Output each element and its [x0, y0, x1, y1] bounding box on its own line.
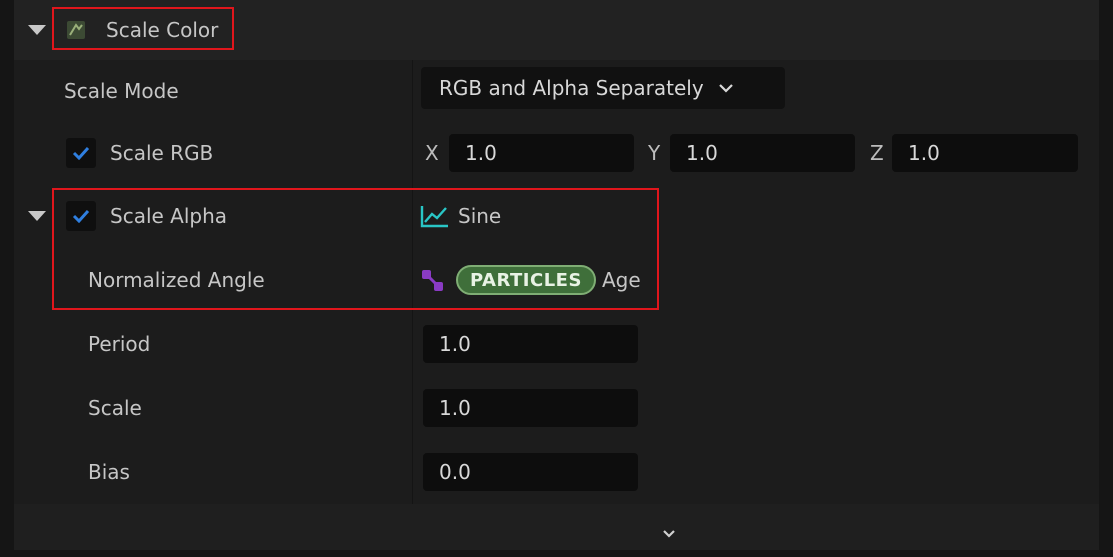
scale-rgb-x-value: 1.0	[465, 141, 497, 165]
row-scale-rgb: Scale RGB X 1.0 Y 1.0 Z 1.0	[14, 122, 1099, 184]
checkmark-icon	[72, 146, 90, 160]
scale-mode-label: Scale Mode	[64, 79, 179, 103]
scale-label: Scale	[88, 396, 142, 420]
scale-rgb-y-input[interactable]: 1.0	[670, 134, 855, 172]
z-axis-label: Z	[870, 141, 884, 165]
highlight-scale-alpha-group	[52, 188, 659, 310]
scale-mode-value: RGB and Alpha Separately	[439, 76, 704, 100]
period-value: 1.0	[439, 332, 471, 356]
row-scale-mode: Scale Mode RGB and Alpha Separately	[14, 60, 1099, 122]
row-footer	[14, 504, 1099, 550]
scale-rgb-label: Scale RGB	[110, 141, 214, 165]
y-axis-label: Y	[648, 141, 661, 165]
row-scale: Scale 1.0	[14, 376, 1099, 440]
expand-arrow-icon[interactable]	[28, 25, 46, 35]
scale-rgb-z-value: 1.0	[908, 141, 940, 165]
bias-value: 0.0	[439, 460, 471, 484]
expand-arrow-icon[interactable]	[28, 211, 46, 221]
period-input[interactable]: 1.0	[423, 325, 638, 363]
row-bias: Bias 0.0	[14, 440, 1099, 504]
scale-rgb-y-value: 1.0	[686, 141, 718, 165]
bias-input[interactable]: 0.0	[423, 453, 638, 491]
scale-input[interactable]: 1.0	[423, 389, 638, 427]
scale-rgb-x-input[interactable]: 1.0	[449, 134, 634, 172]
chevron-down-icon	[718, 83, 734, 93]
scale-rgb-z-input[interactable]: 1.0	[892, 134, 1078, 172]
details-panel: Scale Color Scale Mode RGB and Alpha Sep…	[0, 0, 1113, 557]
bias-label: Bias	[88, 460, 130, 484]
scale-rgb-checkbox[interactable]	[66, 138, 96, 168]
row-period: Period 1.0	[14, 312, 1099, 376]
x-axis-label: X	[425, 141, 439, 165]
scale-value: 1.0	[439, 396, 471, 420]
highlight-scale-color	[52, 7, 234, 50]
scale-mode-dropdown[interactable]: RGB and Alpha Separately	[421, 67, 785, 109]
period-label: Period	[88, 332, 151, 356]
chevron-down-icon[interactable]	[662, 520, 676, 544]
